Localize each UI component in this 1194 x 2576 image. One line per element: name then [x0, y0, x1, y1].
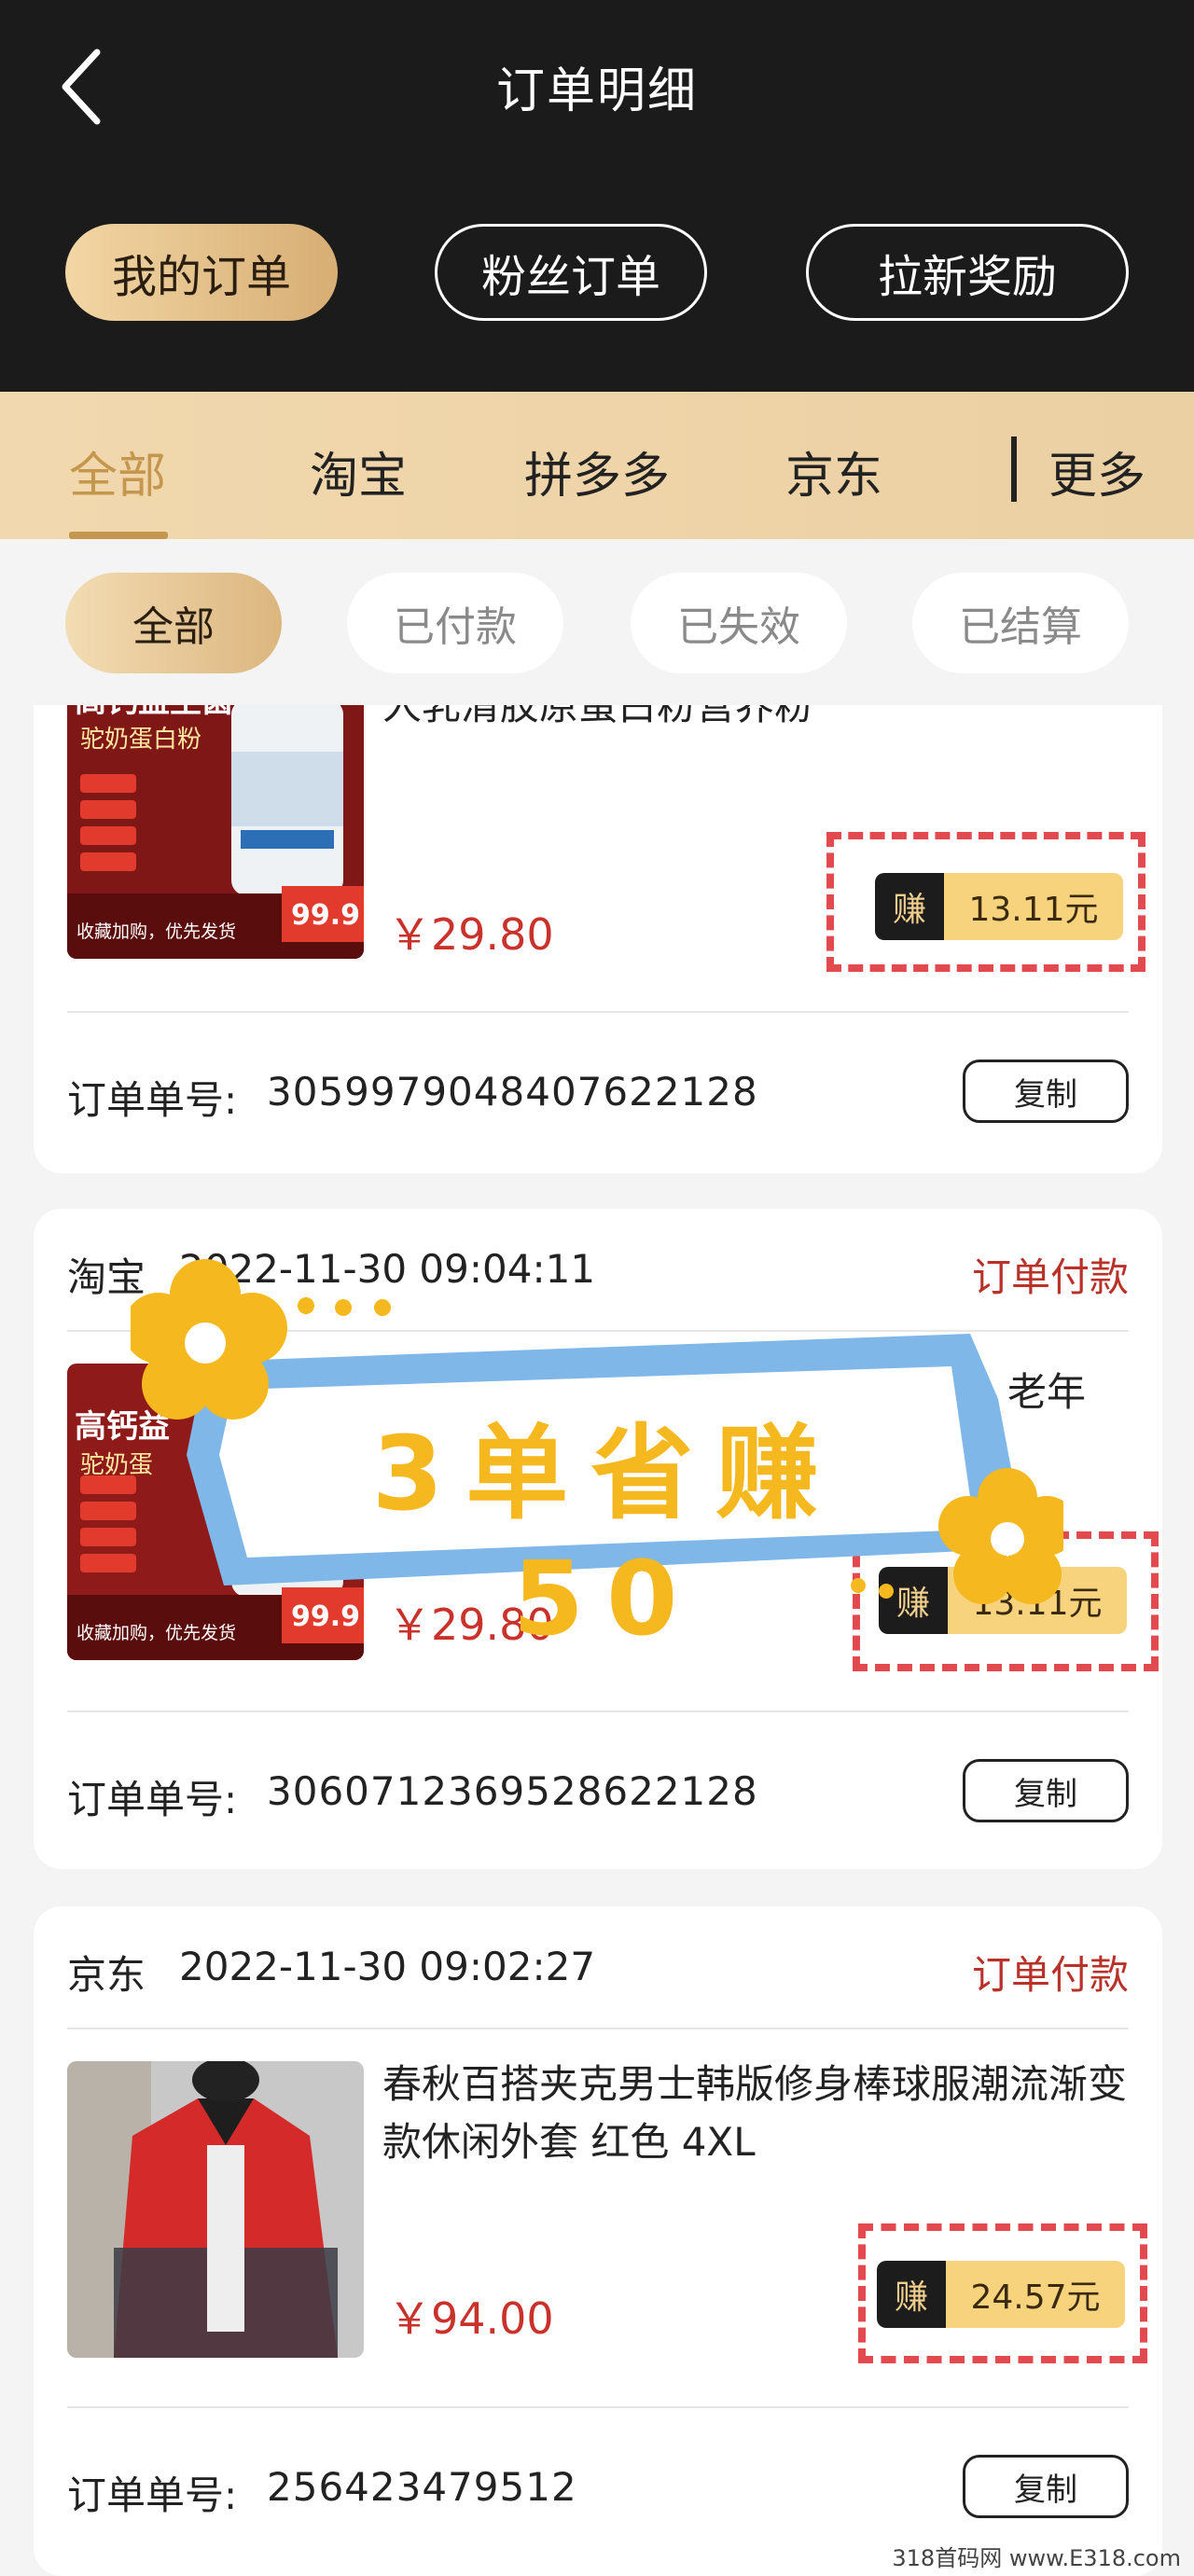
order-card[interactable]: 京东 2022-11-30 09:02:27 订单付款 春秋百搭夹克男士韩版修身… [34, 1906, 1162, 2576]
earn-value: 13.11元 [944, 873, 1123, 940]
order-card[interactable]: 高钙益生菌 驼奶蛋白粉 收藏加购，优先发货 99.9 人乳清胶原蛋白粉营养粉 ￥… [34, 705, 1162, 1173]
platform-tab-bar: 全部 淘宝 拼多多 京东 更多 [0, 392, 1194, 539]
segment-my-orders[interactable]: 我的订单 [65, 224, 338, 321]
order-time: 2022-11-30 09:02:27 [179, 1944, 596, 1989]
more-divider [1011, 436, 1017, 502]
tab-more[interactable]: 更多 [1048, 436, 1145, 506]
product-thumbnail[interactable]: 高钙益生菌 驼奶蛋白粉 收藏加购，优先发货 99.9 [67, 705, 364, 959]
filter-chip-paid[interactable]: 已付款 [347, 573, 563, 673]
segment-fan-orders[interactable]: 粉丝订单 [435, 224, 707, 321]
segment-referral-rewards[interactable]: 拉新奖励 [806, 224, 1129, 321]
earn-label: 赚 [875, 873, 944, 940]
product-price: ￥94.00 [388, 2293, 554, 2344]
product-name[interactable]: 春秋百搭夹克男士韩版修身棒球服潮流渐变款休闲外套 红色 4XL [382, 2056, 1129, 2171]
product-thumbnail[interactable] [67, 2061, 364, 2358]
order-number: 3059979048407622128 [267, 1069, 758, 1115]
promo-banner: 3单省赚50 [123, 1231, 1076, 1679]
earn-value: 24.57元 [946, 2261, 1125, 2328]
thumb-subtitle: 驼奶蛋白粉 [80, 726, 202, 754]
tab-pinduoduo[interactable]: 拼多多 [524, 436, 670, 506]
filter-chip-all[interactable]: 全部 [65, 573, 282, 673]
page-title: 订单明细 [495, 63, 698, 119]
order-number: 256423479512 [267, 2464, 577, 2510]
product-name[interactable]: 人乳清胶原蛋白粉营养粉 [382, 705, 1129, 735]
earn-label: 赚 [877, 2261, 946, 2328]
order-status: 订单付款 [971, 1952, 1129, 1998]
header-bar: 订单明细 我的订单 粉丝订单 拉新奖励 [0, 0, 1194, 392]
product-price: ￥29.80 [388, 909, 554, 960]
tab-jd[interactable]: 京东 [785, 436, 882, 506]
active-tab-indicator [69, 532, 168, 539]
tab-taobao[interactable]: 淘宝 [310, 436, 407, 506]
thumb-footer: 收藏加购，优先发货 [76, 921, 237, 942]
order-number-label: 订单单号: [67, 1077, 238, 1123]
order-number-label: 订单单号: [67, 2472, 238, 2518]
card-divider [67, 2406, 1129, 2408]
copy-order-number-button[interactable]: 复制 [963, 2455, 1129, 2518]
copy-order-number-button[interactable]: 复制 [963, 1759, 1129, 1822]
copy-order-number-button[interactable]: 复制 [963, 1059, 1129, 1123]
order-number: 3060712369528622128 [267, 1768, 758, 1814]
thumb-title: 高钙益生菌 [75, 705, 233, 721]
tab-all-platforms[interactable]: 全部 [69, 436, 166, 506]
earn-commission-tag: 赚 24.57元 [877, 2261, 1125, 2328]
promo-text: 3单省赚50 [371, 1414, 841, 1658]
filter-chip-invalid[interactable]: 已失效 [631, 573, 847, 673]
card-divider [67, 1011, 1129, 1013]
filter-chip-settled[interactable]: 已结算 [912, 573, 1129, 673]
thumb-price: 99.9 [291, 899, 361, 932]
watermark-text: 318首码网 www.E318.com [892, 2545, 1181, 2571]
earn-commission-tag: 赚 13.11元 [875, 873, 1123, 940]
card-divider [67, 1710, 1129, 1712]
card-divider [67, 2028, 1129, 2029]
order-number-label: 订单单号: [67, 1777, 238, 1822]
order-platform: 京东 [67, 1952, 146, 1998]
